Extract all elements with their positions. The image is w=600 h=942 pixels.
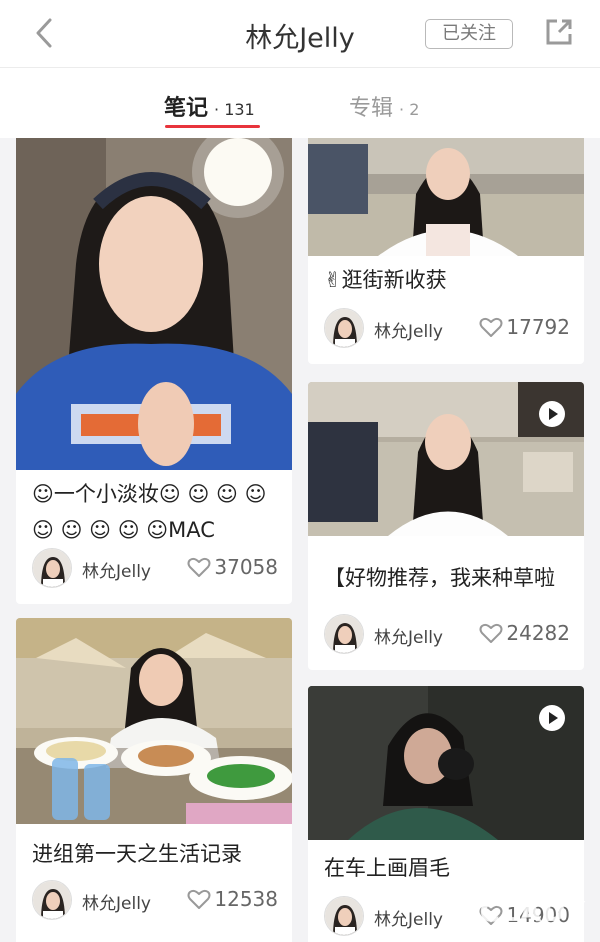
note-caption: 在车上画眉毛 (324, 856, 450, 880)
like-number: 24282 (506, 621, 570, 645)
video-play-icon (539, 401, 565, 427)
heart-icon (479, 623, 503, 643)
video-play-icon (539, 705, 565, 731)
like-count[interactable]: 12538 (187, 887, 278, 911)
tab-albums-label: 专辑 (349, 96, 394, 121)
note-photo (308, 686, 584, 840)
author-name: 林允Jelly (82, 894, 151, 914)
note-author[interactable]: 林允Jelly 12538 (32, 880, 278, 920)
heart-icon (187, 557, 211, 577)
like-count[interactable]: 17792 (479, 315, 570, 339)
note-author[interactable]: 林允Jelly 24282 (324, 614, 570, 654)
author-name: 林允Jelly (82, 562, 151, 582)
avatar (32, 880, 72, 920)
heart-icon (479, 317, 503, 337)
like-count[interactable]: 24282 (479, 621, 570, 645)
top-bar: 林允Jelly 已关注 (0, 0, 600, 68)
tab-notes[interactable]: 笔记 · 131 (164, 90, 255, 122)
following-button[interactable]: 已关注 (425, 19, 513, 49)
tab-albums-count: · 2 (399, 100, 420, 119)
note-card[interactable]: 进组第一天之生活记录 林允Jelly 12538 (16, 618, 292, 942)
author-name: 林允Jelly (374, 322, 443, 342)
avatar (324, 896, 364, 936)
note-card[interactable]: ☺一个小淡妆☺ ☺ ☺ ☺ ☺ ☺ ☺ ☺ ☺MAC 林允Jelly 37058 (16, 138, 292, 604)
avatar (324, 308, 364, 348)
active-tab-indicator (165, 125, 260, 128)
note-caption: 【好物推荐，我来种草啦 (324, 566, 555, 590)
avatar (324, 614, 364, 654)
watermark: PCLADY (457, 895, 586, 928)
like-number: 12538 (214, 887, 278, 911)
note-author[interactable]: 林允Jelly 37058 (32, 548, 278, 588)
notes-feed[interactable]: ☺一个小淡妆☺ ☺ ☺ ☺ ☺ ☺ ☺ ☺ ☺MAC 林允Jelly 37058 (0, 138, 600, 942)
note-author[interactable]: 林允Jelly 17792 (324, 308, 570, 348)
note-photo (308, 382, 584, 536)
share-icon[interactable] (543, 16, 575, 48)
note-photo (308, 138, 584, 256)
note-caption: ✌逛街新收获 (324, 268, 447, 292)
author-name: 林允Jelly (374, 628, 443, 648)
like-number: 17792 (506, 315, 570, 339)
tab-bar: 笔记 · 131 专辑 · 2 (0, 68, 600, 138)
like-number: 37058 (214, 555, 278, 579)
note-card[interactable]: ✌逛街新收获 林允Jelly 17792 (308, 138, 584, 364)
author-name: 林允Jelly (374, 910, 443, 930)
like-count[interactable]: 37058 (187, 555, 278, 579)
note-card[interactable]: 【好物推荐，我来种草啦 林允Jelly 24282 (308, 382, 584, 670)
tab-notes-label: 笔记 (164, 96, 209, 121)
heart-icon (187, 889, 211, 909)
note-photo (16, 138, 292, 470)
note-photo (16, 618, 292, 824)
tab-notes-count: · 131 (214, 100, 255, 119)
tab-albums[interactable]: 专辑 · 2 (349, 90, 419, 122)
note-caption: ☺一个小淡妆☺ ☺ ☺ ☺ ☺ ☺ ☺ ☺ ☺MAC (32, 482, 267, 542)
avatar (32, 548, 72, 588)
note-caption: 进组第一天之生活记录 (32, 842, 242, 866)
